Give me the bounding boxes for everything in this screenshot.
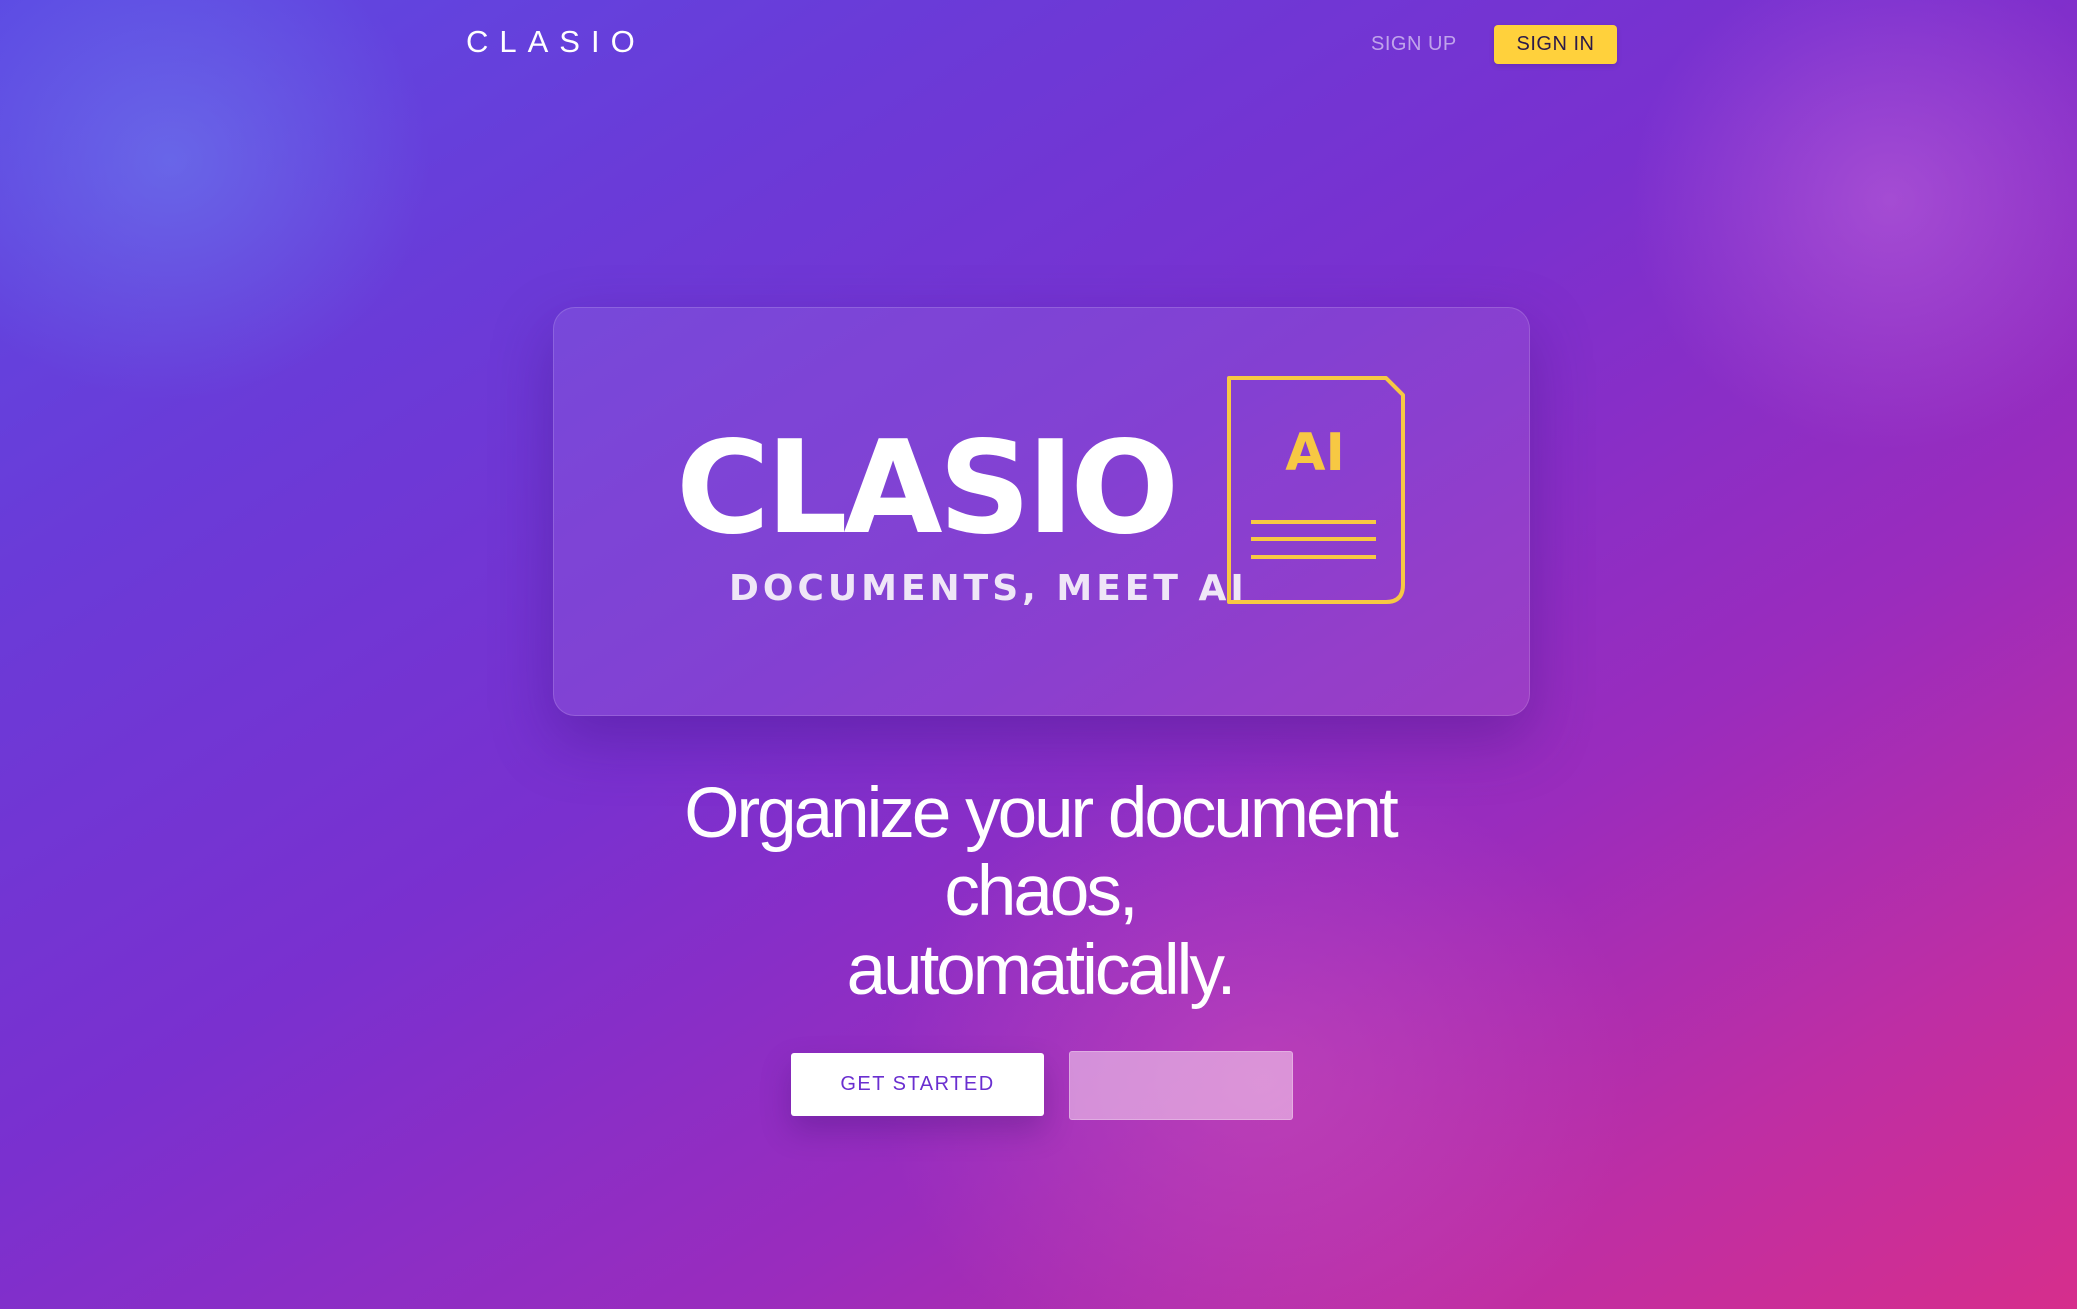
get-started-button[interactable]: GET STARTED (791, 1053, 1044, 1116)
headline-line-3: automatically. (846, 931, 1237, 1010)
secondary-cta-button[interactable] (1069, 1051, 1293, 1120)
ai-badge-text: AI (1285, 423, 1345, 483)
nav-logo[interactable]: CLASIO (466, 24, 646, 60)
brand-wordmark: CLASIO (676, 414, 1179, 563)
sign-in-button[interactable]: SIGN IN (1494, 25, 1617, 64)
headline-line-2: chaos, (944, 852, 1138, 931)
document-ai-icon: AI (1227, 376, 1405, 604)
brand-tagline: DOCUMENTS, MEET AI (729, 568, 1248, 609)
headline-line-1: Organize your document (684, 774, 1398, 853)
sign-up-link[interactable]: SIGN UP (1371, 33, 1457, 56)
hero-headline: Organize your document chaos, automatica… (560, 778, 1520, 1015)
